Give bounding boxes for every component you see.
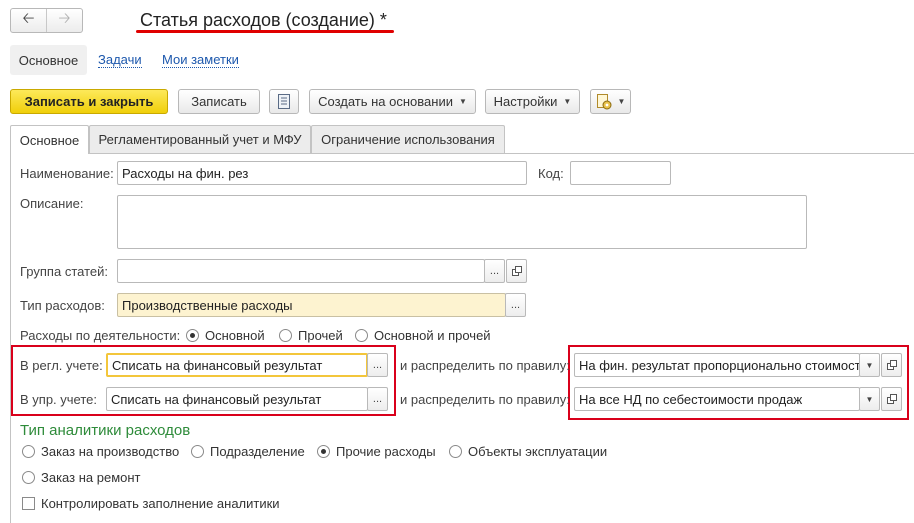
analytics-option-production-order[interactable]: Заказ на производство	[22, 444, 179, 459]
tab-panel-border-left	[10, 153, 11, 523]
ellipsis-icon: ...	[372, 359, 383, 371]
radio-checked-icon	[186, 329, 199, 342]
code-label: Код:	[538, 166, 564, 181]
chevron-down-icon: ▼	[865, 394, 874, 404]
ellipsis-icon: ...	[510, 299, 521, 311]
extra-actions-button[interactable]: ▼	[590, 89, 631, 114]
activity-option-label: Прочей	[298, 328, 343, 343]
chevron-down-icon: ▼	[563, 97, 572, 106]
radio-icon	[22, 471, 35, 484]
forward-button[interactable]: 🡢	[47, 9, 82, 32]
nav-main[interactable]: Основное	[10, 45, 87, 75]
mgmt-writeoff-field[interactable]: Списать на финансовый результат	[106, 387, 368, 411]
chevron-down-icon: ▼	[458, 97, 467, 106]
mgmt-select-button[interactable]: ...	[367, 387, 388, 411]
radio-icon	[22, 445, 35, 458]
checkbox-icon	[22, 497, 35, 510]
activity-option-main[interactable]: Основной	[186, 328, 265, 343]
nav-tasks-link[interactable]: Задачи	[98, 53, 142, 68]
analytics-option-repair-order[interactable]: Заказ на ремонт	[22, 470, 141, 485]
radio-icon	[191, 445, 204, 458]
history-nav: 🡠 🡢	[10, 8, 83, 33]
distribute-open-button-1[interactable]	[881, 353, 902, 377]
control-analytics-checkbox[interactable]: Контролировать заполнение аналитики	[22, 496, 280, 511]
analytics-option-label: Заказ на ремонт	[41, 470, 141, 485]
nav-notes-link[interactable]: Мои заметки	[162, 53, 239, 68]
save-button[interactable]: Записать	[178, 89, 260, 114]
reg-select-button[interactable]: ...	[367, 353, 388, 377]
distribute-rule-field-2[interactable]: На все НД по себестоимости продаж	[574, 387, 860, 411]
description-label: Описание:	[20, 196, 84, 211]
analytics-option-other-expenses[interactable]: Прочие расходы	[317, 444, 436, 459]
reg-writeoff-field[interactable]: Списать на финансовый результат	[106, 353, 368, 377]
create-based-on-label: Создать на основании	[318, 94, 453, 109]
document-gear-icon	[596, 93, 612, 109]
tab-panel-border	[10, 153, 914, 154]
activity-label: Расходы по деятельности:	[20, 328, 181, 343]
title-underline	[136, 30, 394, 33]
tab-usage-restrictions[interactable]: Ограничение использования	[311, 125, 505, 153]
distribute-open-button-2[interactable]	[881, 387, 902, 411]
activity-option-both[interactable]: Основной и прочей	[355, 328, 491, 343]
mgmt-label: В упр. учете:	[20, 392, 97, 407]
group-open-button[interactable]	[506, 259, 527, 283]
analytics-section-title: Тип аналитики расходов	[20, 422, 191, 439]
radio-icon	[279, 329, 292, 342]
distribute-label-2: и распределить по правилу:	[400, 392, 570, 407]
description-textarea[interactable]	[117, 195, 807, 249]
code-field[interactable]	[570, 161, 671, 185]
activity-option-label: Основной и прочей	[374, 328, 491, 343]
group-select-button[interactable]: ...	[484, 259, 505, 283]
chevron-down-icon: ▼	[617, 97, 626, 106]
analytics-option-operation-objects[interactable]: Объекты эксплуатации	[449, 444, 607, 459]
tab-regulated-accounting[interactable]: Регламентированный учет и МФУ	[89, 125, 311, 153]
distribute-dropdown-button-1[interactable]: ▼	[859, 353, 880, 377]
analytics-option-label: Объекты эксплуатации	[468, 444, 608, 459]
analytics-option-label: Подразделение	[210, 444, 305, 459]
radio-checked-icon	[317, 445, 330, 458]
control-analytics-label: Контролировать заполнение аналитики	[41, 496, 280, 511]
reg-label: В регл. учете:	[20, 358, 103, 373]
type-select-button[interactable]: ...	[505, 293, 526, 317]
name-label: Наименование:	[20, 166, 114, 181]
create-based-on-button[interactable]: Создать на основании ▼	[309, 89, 476, 114]
arrow-right-icon: 🡢	[58, 10, 71, 27]
distribute-dropdown-button-2[interactable]: ▼	[859, 387, 880, 411]
group-field[interactable]	[117, 259, 485, 283]
settings-button[interactable]: Настройки ▼	[485, 89, 580, 114]
type-label: Тип расходов:	[20, 298, 105, 313]
ellipsis-icon: ...	[372, 393, 383, 405]
analytics-option-label: Прочие расходы	[336, 444, 436, 459]
group-label: Группа статей:	[20, 264, 108, 279]
chevron-down-icon: ▼	[865, 360, 874, 370]
distribute-rule-field-1[interactable]: На фин. результат пропорционально стоимо…	[574, 353, 860, 377]
radio-icon	[355, 329, 368, 342]
analytics-option-label: Заказ на производство	[41, 444, 180, 459]
radio-icon	[449, 445, 462, 458]
analytics-option-department[interactable]: Подразделение	[191, 444, 305, 459]
back-button[interactable]: 🡠	[11, 9, 47, 32]
activity-option-other[interactable]: Прочей	[279, 328, 343, 343]
save-and-close-button[interactable]: Записать и закрыть	[10, 89, 168, 114]
distribute-label-1: и распределить по правилу:	[400, 358, 570, 373]
type-field[interactable]: Производственные расходы	[117, 293, 506, 317]
settings-label: Настройки	[493, 94, 558, 109]
document-list-button[interactable]	[269, 89, 299, 114]
open-window-icon	[886, 394, 897, 404]
document-list-icon	[278, 94, 290, 109]
arrow-left-icon: 🡠	[22, 10, 35, 27]
name-field[interactable]: Расходы на фин. рез	[117, 161, 527, 185]
ellipsis-icon: ...	[489, 265, 500, 277]
activity-option-label: Основной	[205, 328, 265, 343]
open-window-icon	[511, 266, 522, 276]
tab-main[interactable]: Основное	[10, 125, 89, 154]
open-window-icon	[886, 360, 897, 370]
page-title: Статья расходов (создание) *	[140, 10, 387, 30]
